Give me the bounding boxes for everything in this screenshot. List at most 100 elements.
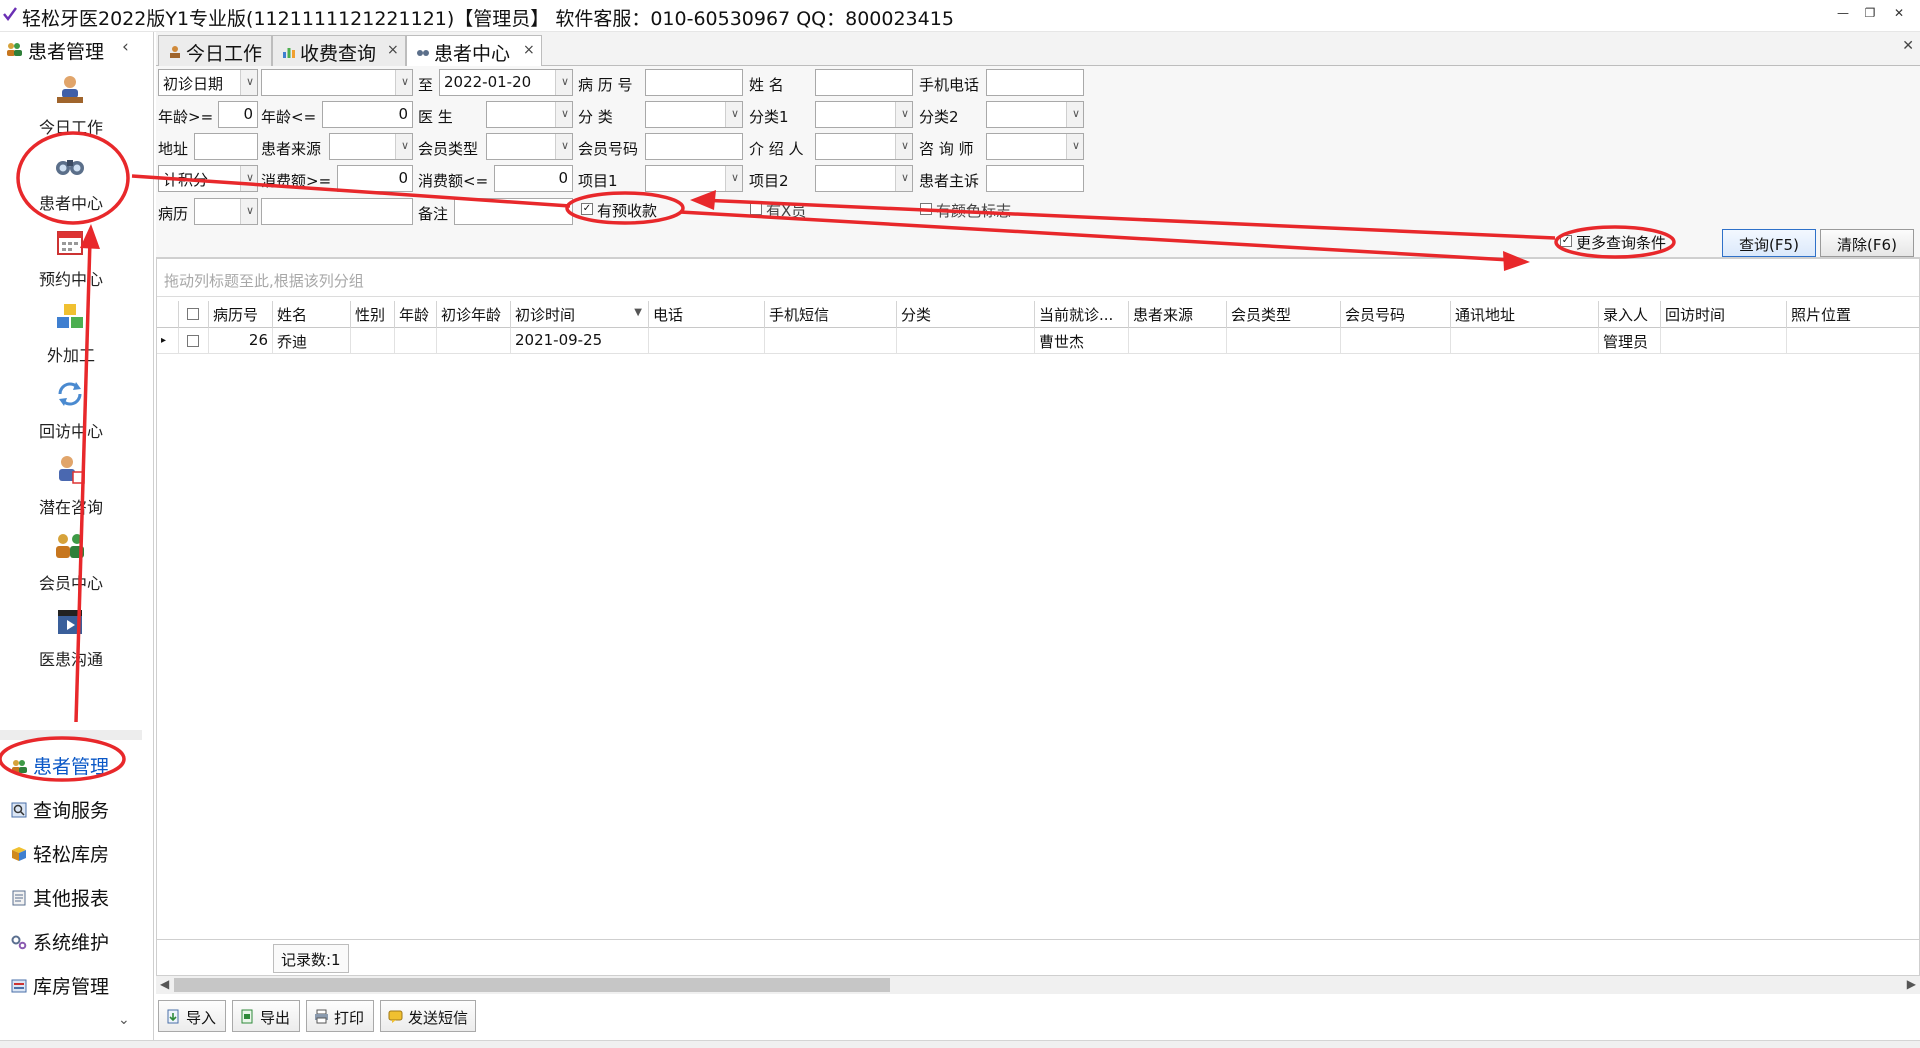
collapse-sidebar-button[interactable]: ‹ (122, 37, 129, 57)
age-min-input[interactable]: 0 (218, 101, 258, 128)
cell-name[interactable]: 乔迪 (273, 328, 351, 354)
col-member-type[interactable]: 会员类型 (1227, 301, 1341, 328)
cell-member-no[interactable] (1341, 328, 1451, 354)
module-doctor-patient-comm[interactable]: 医患沟通 (0, 604, 142, 674)
nav-system-maintenance[interactable]: 系统维护 (0, 922, 142, 958)
chevron-down-icon[interactable]: ∨ (401, 75, 409, 88)
col-phone[interactable]: 电话 (649, 301, 765, 328)
export-button[interactable]: 导出 (232, 1000, 300, 1032)
cell-category[interactable] (897, 328, 1035, 354)
clear-button[interactable]: 清除(F6) (1820, 229, 1914, 257)
cell-first-age[interactable] (437, 328, 511, 354)
col-first-age[interactable]: 初诊年龄 (437, 301, 511, 328)
cell-address[interactable] (1451, 328, 1599, 354)
col-source[interactable]: 患者来源 (1129, 301, 1227, 328)
date-to-picker[interactable]: 2022-01-20 ∨ (439, 69, 573, 96)
chevron-down-icon[interactable]: ∨ (246, 171, 254, 184)
col-current-doctor[interactable]: 当前就诊... (1035, 301, 1129, 328)
sidebar-more-chevron-icon[interactable]: ⌄ (118, 1012, 130, 1028)
print-button[interactable]: 打印 (306, 1000, 374, 1032)
phone-input[interactable] (986, 69, 1084, 96)
history-text-input[interactable] (261, 198, 413, 225)
import-button[interactable]: 导入 (158, 1000, 226, 1032)
table-row[interactable]: ▸ 26 乔迪 2021-09-25 曹世杰 管理员 (157, 328, 1919, 354)
col-name[interactable]: 姓名 (273, 301, 351, 328)
date-type-select[interactable]: 初诊日期 ∨ (158, 69, 258, 96)
cell-followup[interactable] (1661, 328, 1787, 354)
color-flag-checkbox[interactable] (920, 203, 932, 215)
restore-button[interactable]: ❐ (1861, 6, 1879, 22)
prepay-checkbox[interactable]: ✓ (581, 203, 593, 215)
address-input[interactable] (194, 133, 258, 160)
item1-select[interactable]: ∨ (645, 165, 743, 192)
nav-easy-warehouse[interactable]: 轻松库房 (0, 834, 142, 870)
cell-record-no[interactable]: 26 (209, 328, 273, 354)
col-record-no[interactable]: 病历号 (209, 301, 273, 328)
group-by-panel[interactable]: 拖动列标题至此,根据该列分组 (157, 263, 1919, 297)
cell-entered-by[interactable]: 管理员 (1599, 328, 1661, 354)
doctor-select[interactable]: ∨ (486, 101, 573, 128)
cell-current-doctor[interactable]: 曹世杰 (1035, 328, 1129, 354)
chevron-down-icon[interactable]: ∨ (1072, 139, 1080, 152)
select-all-checkbox[interactable] (187, 308, 199, 320)
col-followup[interactable]: 回访时间 (1661, 301, 1787, 328)
cell-sms[interactable] (765, 328, 897, 354)
cell-gender[interactable] (351, 328, 395, 354)
name-input[interactable] (815, 69, 913, 96)
cell-age[interactable] (395, 328, 437, 354)
consultant-select[interactable]: ∨ (986, 133, 1084, 160)
chevron-down-icon[interactable]: ∨ (731, 171, 739, 184)
unknown-checkbox-1[interactable] (750, 203, 762, 215)
col-category[interactable]: 分类 (897, 301, 1035, 328)
close-icon[interactable]: × (387, 42, 399, 58)
chevron-down-icon[interactable]: ∨ (901, 107, 909, 120)
col-sms[interactable]: 手机短信 (765, 301, 897, 328)
module-member-center[interactable]: 会员中心 (0, 528, 142, 598)
horizontal-scrollbar[interactable]: ◀ ▶ (156, 976, 1920, 994)
tab-patient-center[interactable]: 患者中心 × (406, 35, 542, 67)
close-window-button[interactable]: ✕ (1890, 6, 1908, 22)
member-no-input[interactable] (645, 133, 743, 160)
spend-min-input[interactable]: 0 (337, 165, 413, 192)
module-potential-consult[interactable]: 潜在咨询 (0, 452, 142, 522)
minimize-button[interactable]: — (1834, 6, 1852, 22)
close-all-tabs-icon[interactable]: ✕ (1902, 38, 1914, 54)
module-followup-center[interactable]: 回访中心 (0, 376, 142, 446)
chevron-down-icon[interactable]: ∨ (1072, 107, 1080, 120)
cell-phone[interactable] (649, 328, 765, 354)
close-icon[interactable]: × (523, 42, 535, 58)
col-photo[interactable]: 照片位置 (1787, 301, 1919, 328)
record-no-input[interactable] (645, 69, 743, 96)
row-checkbox-cell[interactable] (179, 328, 209, 354)
member-type-select[interactable]: ∨ (486, 133, 573, 160)
points-type-select[interactable]: 计积分 ∨ (158, 165, 258, 192)
col-age[interactable]: 年龄 (395, 301, 437, 328)
chevron-down-icon[interactable]: ∨ (561, 75, 569, 88)
module-external-processing[interactable]: 外加工 (0, 300, 142, 370)
tab-fee-query[interactable]: 收费查询 × (272, 35, 406, 66)
complaint-input[interactable] (986, 165, 1084, 192)
chevron-down-icon[interactable]: ∨ (731, 107, 739, 120)
date-from-picker[interactable]: ∨ (261, 69, 413, 96)
chevron-down-icon[interactable]: ∨ (561, 139, 569, 152)
age-max-input[interactable]: 0 (322, 101, 413, 128)
col-address[interactable]: 通讯地址 (1451, 301, 1599, 328)
history-select[interactable]: ∨ (194, 198, 258, 225)
cell-photo[interactable] (1787, 328, 1919, 354)
chevron-down-icon[interactable]: ∨ (901, 139, 909, 152)
cell-member-type[interactable] (1227, 328, 1341, 354)
cell-first-date[interactable]: 2021-09-25 (511, 328, 649, 354)
chevron-down-icon[interactable]: ∨ (246, 204, 254, 217)
chevron-down-icon[interactable]: ∨ (561, 107, 569, 120)
more-conditions-checkbox[interactable]: ✓ (1560, 235, 1572, 247)
chevron-down-icon[interactable]: ∨ (401, 139, 409, 152)
tab-today-work[interactable]: 今日工作 (158, 35, 272, 66)
source-select[interactable]: ∨ (329, 133, 413, 160)
cat2-select[interactable]: ∨ (986, 101, 1084, 128)
cat1-select[interactable]: ∨ (815, 101, 913, 128)
col-first-date[interactable]: 初诊时间 ▼ (511, 301, 649, 328)
col-entered-by[interactable]: 录入人 (1599, 301, 1661, 328)
module-patient-center[interactable]: 患者中心 (0, 148, 142, 218)
nav-other-reports[interactable]: 其他报表 (0, 878, 142, 914)
nav-patient-management[interactable]: 患者管理 (0, 746, 142, 782)
